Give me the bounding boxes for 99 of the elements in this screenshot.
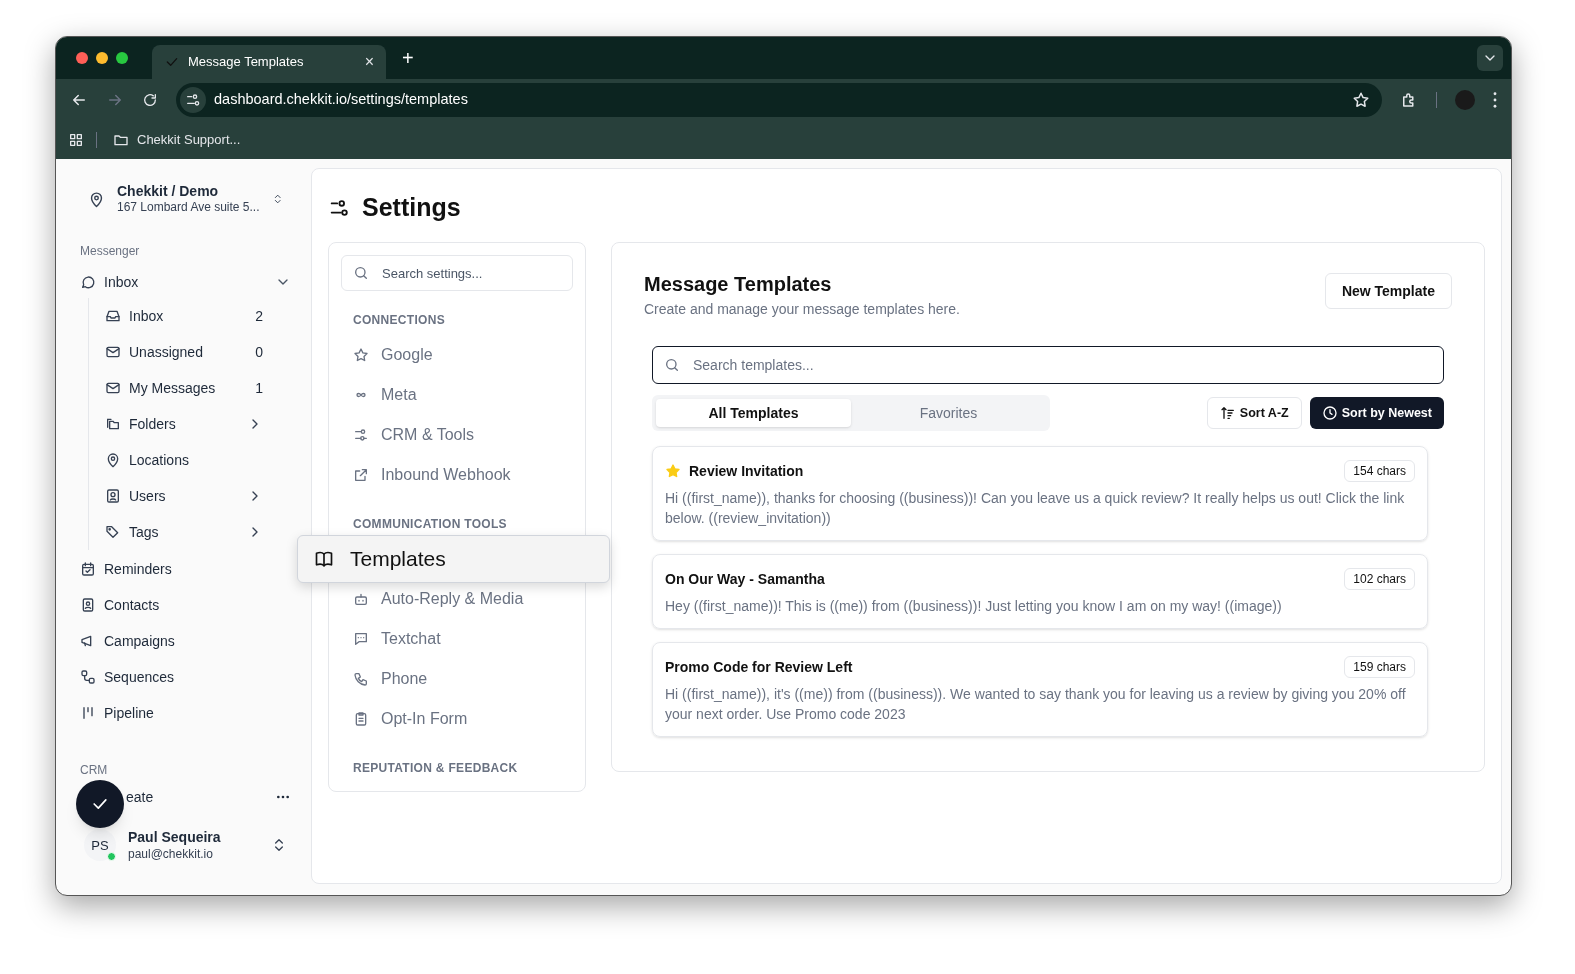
site-settings-button[interactable]: [180, 87, 206, 113]
workspace-name: Chekkit / Demo: [117, 182, 220, 201]
menu-item[interactable]: Inbound Webhook: [341, 455, 573, 495]
star-icon: [353, 347, 369, 363]
bookmark-link[interactable]: Chekkit Support...: [113, 130, 241, 150]
sort-button[interactable]: Sort by Newest: [1309, 397, 1444, 429]
filter-tab[interactable]: All Templates: [656, 399, 851, 427]
location-pin-icon: [105, 452, 121, 468]
search-icon: [664, 357, 680, 373]
sort-button[interactable]: Sort A-Z: [1206, 397, 1302, 429]
template-body: Hi ((first_name)), thanks for choosing ((business))! Can you leave us a quick review? It really helps us out! Click the link below. ((review_invitation)): [665, 489, 1406, 528]
filter-tab[interactable]: Favorites: [851, 399, 1046, 427]
search-icon: [353, 265, 369, 281]
clock-icon: [1321, 405, 1338, 421]
clipboard-icon: [353, 711, 369, 727]
page-title: Settings: [362, 192, 461, 224]
section-heading: CONNECTIONS: [352, 312, 446, 329]
template-body: Hey ((first_name))! This is ((me)) from ((business))! Just letting you know I am on my way! ((image)): [665, 597, 1283, 616]
menu-item[interactable]: Textchat: [341, 619, 573, 659]
new-template-button[interactable]: New Template: [1324, 273, 1452, 309]
nav-item[interactable]: Reminders: [80, 551, 291, 587]
folder-icon: [113, 132, 129, 148]
menu-item[interactable]: Phone: [341, 659, 573, 699]
nav-item[interactable]: My Messages 1: [105, 370, 291, 406]
user-menu[interactable]: PS Paul Sequeira paul@chekkit.io: [80, 829, 291, 862]
bars-icon: [80, 705, 96, 721]
chat-bubble-icon: [80, 274, 96, 290]
robot-icon: [353, 591, 369, 607]
folders-icon: [105, 416, 121, 432]
panel-title: Message Templates: [644, 272, 833, 297]
tab-menu-button[interactable]: [1477, 45, 1503, 71]
count-text: 0: [255, 342, 263, 362]
book-icon: [314, 549, 334, 569]
template-title: On Our Way - Samantha: [665, 569, 826, 589]
char-count-badge: 102 chars: [1344, 568, 1415, 590]
close-tab-button[interactable]: ×: [364, 50, 374, 74]
tune-icon: [185, 92, 201, 108]
template-body: Hi ((first_name)), it's ((me)) from ((business)). We wanted to say thank you for leaving us a review by giving you 20% off your next order. Use Promo code 2023: [665, 685, 1407, 724]
menu-item[interactable]: Meta: [341, 375, 573, 415]
check-fab-button[interactable]: [76, 780, 124, 828]
count-text: 1: [255, 378, 263, 398]
user-badge-icon: [105, 488, 121, 504]
template-title: Promo Code for Review Left: [665, 657, 854, 677]
nav-item[interactable]: Unassigned 0: [105, 334, 291, 370]
chat-dots-icon: [353, 631, 369, 647]
workspace-address: 167 Lombard Ave suite 5...: [117, 200, 260, 216]
sliders-icon: [353, 427, 369, 443]
bookmark-star-icon: [1352, 91, 1370, 109]
section-label: CRM: [80, 762, 109, 779]
contact-card-icon: [80, 597, 96, 613]
location-pin-icon: [88, 190, 105, 208]
user-name: Paul Sequeira: [128, 829, 222, 847]
browser-tab[interactable]: Message Templates ×: [152, 45, 386, 79]
section-heading: REPUTATION & FEEDBACK: [352, 760, 519, 777]
phone-icon: [353, 671, 369, 687]
url-text: dashboard.chekkit.io/settings/templates: [214, 90, 469, 110]
menu-item[interactable]: Google: [341, 335, 573, 375]
nav-item[interactable]: Pipeline: [80, 695, 291, 731]
reload-icon: [142, 92, 158, 108]
workspace-switcher[interactable]: Chekkit / Demo 167 Lombard Ave suite 5...: [80, 179, 291, 219]
nav-item[interactable]: Campaigns: [80, 623, 291, 659]
avatar: PS: [84, 829, 116, 862]
nav-item[interactable]: Sequences: [80, 659, 291, 695]
workflow-icon: [80, 669, 96, 685]
dragged-menu-item[interactable]: Templates: [297, 535, 610, 583]
count-text: 2: [255, 306, 263, 326]
section-label: Messenger: [80, 243, 141, 260]
nav-item[interactable]: Users: [105, 478, 291, 514]
nav-item[interactable]: Tags: [105, 514, 291, 550]
template-card[interactable]: On Our Way - Samantha 102 chars Hey ((first_name))! This is ((me)) from ((business))! Just letting you know I am on my way! ((image)): [652, 554, 1428, 629]
nav-item[interactable]: Folders: [105, 406, 291, 442]
menu-icon[interactable]: [1493, 92, 1497, 108]
new-tab-button[interactable]: +: [402, 43, 414, 73]
sort-icon: [1219, 405, 1236, 421]
apps-grid-icon: [68, 132, 84, 148]
template-title: Review Invitation: [689, 461, 805, 481]
section-heading: COMMUNICATION TOOLS: [352, 516, 508, 533]
template-card[interactable]: Review Invitation 154 chars Hi ((first_name)), thanks for choosing ((business))! Can you leave us a quick review? It really helps us out! Click the link below. ((review_invitation)): [652, 446, 1428, 541]
panel-subtitle: Create and manage your message templates here.: [644, 300, 960, 319]
menu-item[interactable]: CRM & Tools: [341, 415, 573, 455]
nav-item[interactable]: Contacts: [80, 587, 291, 623]
nav-item[interactable]: eate: [126, 786, 154, 808]
nav-item[interactable]: Locations: [105, 442, 291, 478]
inbox-tray-icon: [105, 308, 121, 324]
user-email: paul@chekkit.io: [128, 846, 214, 862]
tags-icon: [105, 524, 121, 540]
address-bar[interactable]: dashboard.chekkit.io/settings/templates: [176, 83, 1382, 117]
menu-item[interactable]: Opt-In Form: [341, 699, 573, 739]
char-count-badge: 159 chars: [1344, 656, 1415, 678]
envelope-icon: [105, 344, 121, 360]
template-card[interactable]: Promo Code for Review Left 159 chars Hi ((first_name)), it's ((me)) from ((business)). We wanted to say thank you for leaving us a review by giving you 20% off your next order. Use Promo code 2023: [652, 642, 1428, 737]
external-link-icon: [353, 467, 369, 483]
envelope-icon: [105, 380, 121, 396]
nav-item[interactable]: Inbox: [80, 270, 291, 294]
char-count-badge: 154 chars: [1344, 460, 1415, 482]
search-field[interactable]: Search templates...: [652, 346, 1444, 384]
calendar-check-icon: [80, 561, 96, 577]
settings-sliders-icon: [328, 197, 350, 219]
nav-item[interactable]: Inbox 2: [105, 298, 291, 334]
